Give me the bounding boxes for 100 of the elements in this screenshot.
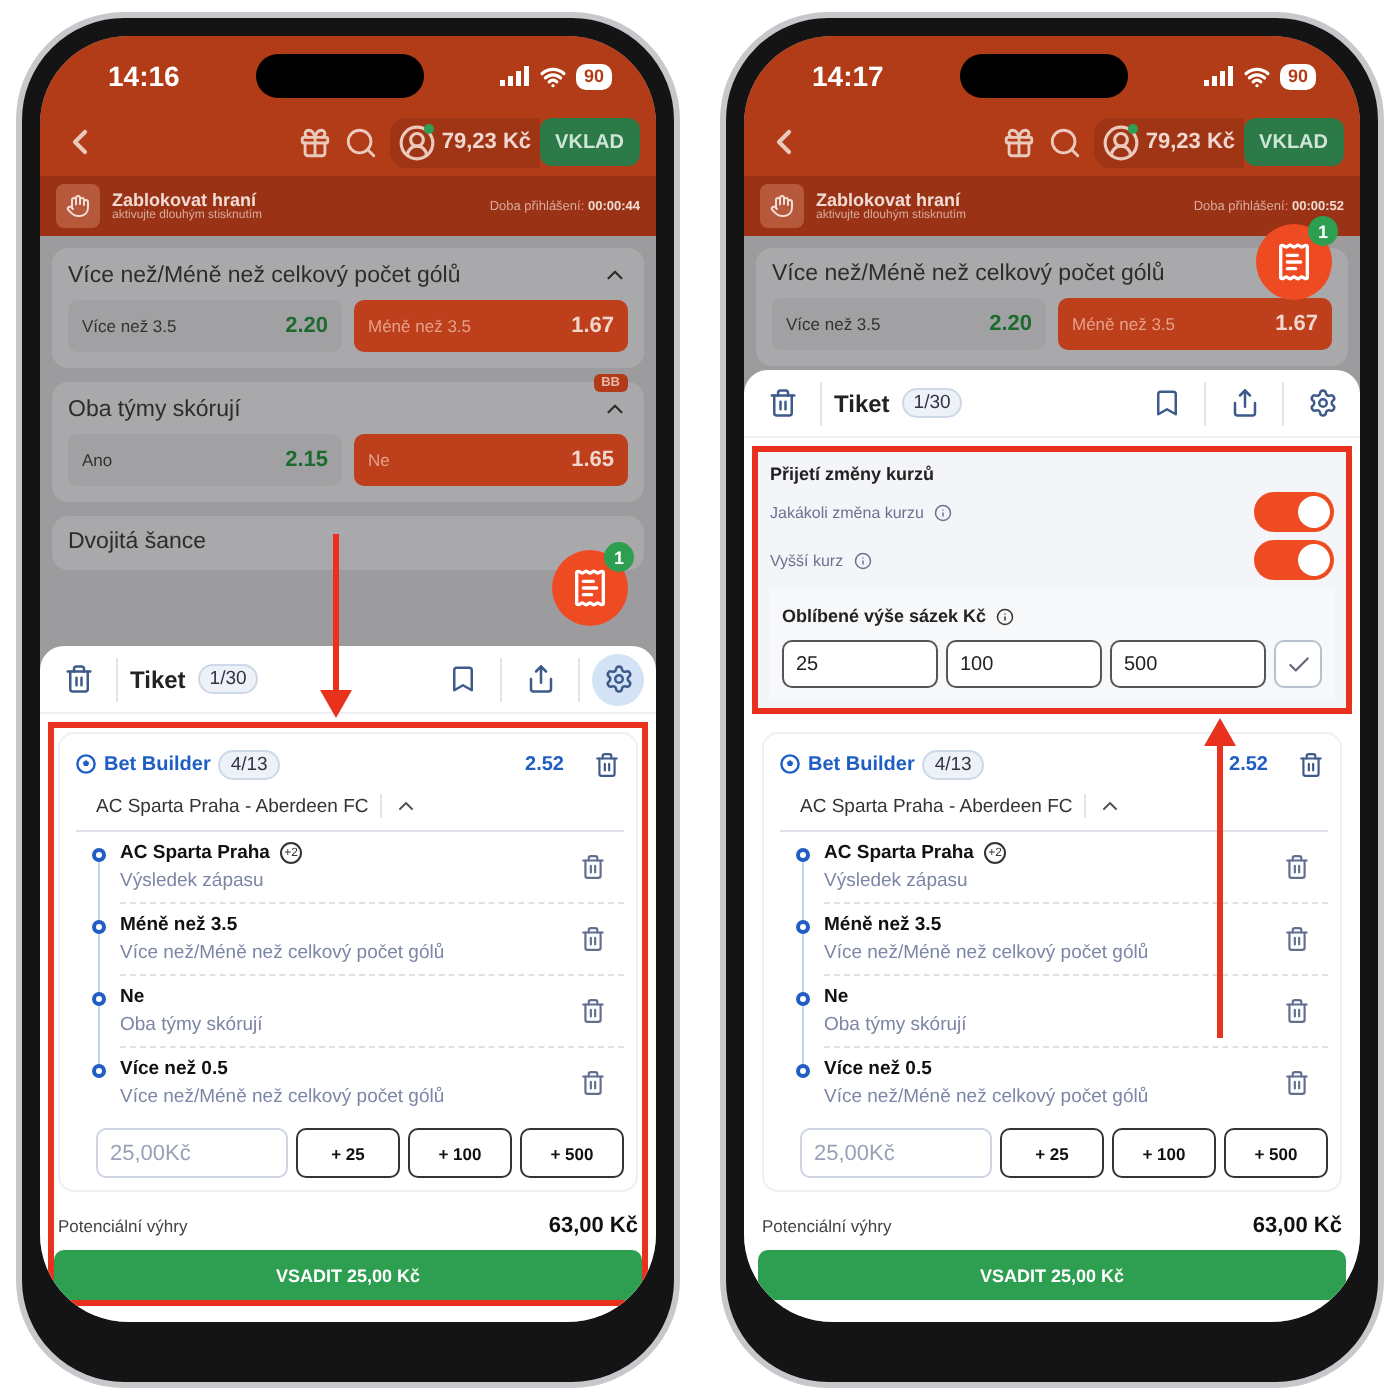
- amount-field[interactable]: 25: [782, 640, 938, 688]
- search-icon[interactable]: [1047, 125, 1082, 159]
- selection-name: AC Sparta Praha: [824, 842, 974, 864]
- block-play-title: Zablokovat hraní: [112, 190, 257, 210]
- toggle-switch[interactable]: [1254, 492, 1334, 532]
- market-title: Více než/Méně než celkový počet gólů: [772, 262, 1165, 286]
- odds-option[interactable]: Ano 2.15: [68, 434, 342, 486]
- ticket-title: Tiket: [834, 389, 890, 417]
- battery-indicator: 90: [1279, 63, 1316, 89]
- leg-marker-icon: [796, 848, 810, 862]
- block-play-title: Zablokovat hraní: [816, 190, 961, 210]
- selection-name: Méně než 3.5: [824, 914, 942, 936]
- bet-builder-title: Bet Builder: [808, 753, 915, 775]
- selection-name: Ne: [824, 986, 849, 1008]
- leg-marker-icon: [92, 920, 106, 934]
- quick-amount-button[interactable]: + 100: [1112, 1128, 1216, 1178]
- status-time: 14:16: [108, 60, 180, 92]
- market-name: Oba týmy skórují: [824, 1014, 969, 1036]
- market-title: Více než/Méně než celkový počet gólů: [68, 263, 461, 287]
- balance-pill[interactable]: 79,23 Kč: [389, 117, 540, 167]
- market-name: Oba týmy skórují: [120, 1014, 265, 1036]
- settings-icon[interactable]: [592, 653, 644, 705]
- selection-count: 4/13: [922, 749, 984, 779]
- selection-name: Méně než 3.5: [120, 914, 238, 936]
- gift-icon[interactable]: [297, 125, 332, 159]
- market-name: Více než/Méně než celkový počet gólů: [824, 942, 1151, 964]
- signal-icon: [1203, 66, 1234, 86]
- odds-option[interactable]: Více než 3.5 2.20: [68, 300, 342, 352]
- check-icon: [1285, 651, 1311, 677]
- quick-amount-button[interactable]: + 500: [1224, 1128, 1328, 1178]
- potential-win-label: Potenciální výhry: [762, 1216, 892, 1236]
- selection-name: Ne: [120, 986, 145, 1008]
- ticket-count: 1/30: [197, 664, 259, 694]
- setting-label: Vyšší kurz: [770, 551, 844, 569]
- hand-icon[interactable]: [56, 184, 100, 228]
- soccer-ball-icon: [780, 754, 800, 774]
- market-name: Více než/Méně než celkový počet gólů: [824, 1086, 1151, 1108]
- signal-icon: [499, 66, 530, 86]
- total-odds: 2.52: [525, 753, 564, 775]
- receipt-icon: [570, 568, 610, 608]
- balance: 79,23 Kč: [441, 130, 532, 154]
- leg-marker-icon: [796, 920, 810, 934]
- selection-name: AC Sparta Praha: [120, 842, 270, 864]
- balance: 79,23 Kč: [1145, 130, 1236, 154]
- deposit-button[interactable]: VKLAD: [1243, 118, 1344, 166]
- leg-marker-icon: [796, 992, 810, 1006]
- leg-marker-icon: [92, 848, 106, 862]
- battery-indicator: 90: [575, 63, 612, 89]
- amount-field[interactable]: 100: [946, 640, 1102, 688]
- odds-option[interactable]: Méně než 3.5 1.67: [354, 300, 628, 352]
- place-bet-button[interactable]: VSADIT 25,00 Kč: [758, 1250, 1346, 1300]
- market-title: Dvojitá šance: [68, 530, 207, 554]
- receipt-icon: [1274, 242, 1314, 282]
- soccer-ball-icon: [76, 754, 96, 774]
- stake-field[interactable]: 25,00Kč: [800, 1128, 992, 1178]
- leg-marker-icon: [92, 1064, 106, 1078]
- online-dot-icon: [1127, 123, 1138, 133]
- stake-field[interactable]: 25,00Kč: [96, 1128, 288, 1178]
- place-bet-button[interactable]: VSADIT 25,00 Kč: [54, 1250, 642, 1300]
- user-icon: [397, 123, 436, 161]
- bet-builder-title: Bet Builder: [104, 753, 211, 775]
- settings-title: Přijetí změny kurzů: [770, 464, 937, 484]
- match-name: AC Sparta Praha - Aberdeen FC: [800, 795, 1073, 817]
- gift-icon[interactable]: [1001, 125, 1036, 159]
- status-time: 14:17: [812, 60, 884, 92]
- quick-amount-button[interactable]: + 500: [520, 1128, 624, 1178]
- odds-option[interactable]: Méně než 3.5 1.67: [1058, 298, 1332, 350]
- odds-option[interactable]: Více než 3.5 2.20: [772, 298, 1046, 350]
- quick-amount-button[interactable]: + 25: [1000, 1128, 1104, 1178]
- ticket-count: 1/30: [901, 388, 963, 418]
- balance-pill[interactable]: 79,23 Kč: [1093, 117, 1244, 167]
- wifi-icon: [1243, 63, 1270, 89]
- user-icon: [1101, 123, 1140, 161]
- quick-amount-button[interactable]: + 100: [408, 1128, 512, 1178]
- setting-label: Jakákoli změna kurzu: [770, 503, 924, 521]
- deposit-button[interactable]: VKLAD: [539, 118, 640, 166]
- market-name: Více než/Méně než celkový počet gólů: [120, 942, 447, 964]
- search-icon[interactable]: [343, 125, 378, 159]
- toggle-switch[interactable]: [1254, 540, 1334, 580]
- quick-amount-button[interactable]: + 25: [296, 1128, 400, 1178]
- leg-marker-icon: [796, 1064, 810, 1078]
- count-badge: 1: [1308, 216, 1338, 246]
- odds-option[interactable]: Ne 1.65: [354, 434, 628, 486]
- market-name: Výsledek zápasu: [120, 870, 266, 892]
- market-name: Více než/Méně než celkový počet gólů: [120, 1086, 447, 1108]
- favorites-title: Oblíbené výše sázek Kč: [782, 606, 987, 626]
- confirm-button[interactable]: [1274, 640, 1322, 688]
- market-title: Oba týmy skórují: [68, 397, 241, 421]
- hand-icon[interactable]: [760, 184, 804, 228]
- potential-win-label: Potenciální výhry: [58, 1216, 188, 1236]
- potential-win-value: 63,00 Kč: [1252, 1214, 1342, 1238]
- match-name: AC Sparta Praha - Aberdeen FC: [96, 795, 369, 817]
- leg-marker-icon: [92, 992, 106, 1006]
- wifi-icon: [539, 63, 566, 89]
- ticket-title: Tiket: [130, 665, 186, 693]
- info-icon[interactable]: [996, 607, 1015, 625]
- amount-field[interactable]: 500: [1110, 640, 1266, 688]
- selection-name: Více než 0.5: [824, 1058, 932, 1080]
- total-odds: 2.52: [1229, 753, 1268, 775]
- selection-name: Více než 0.5: [120, 1058, 228, 1080]
